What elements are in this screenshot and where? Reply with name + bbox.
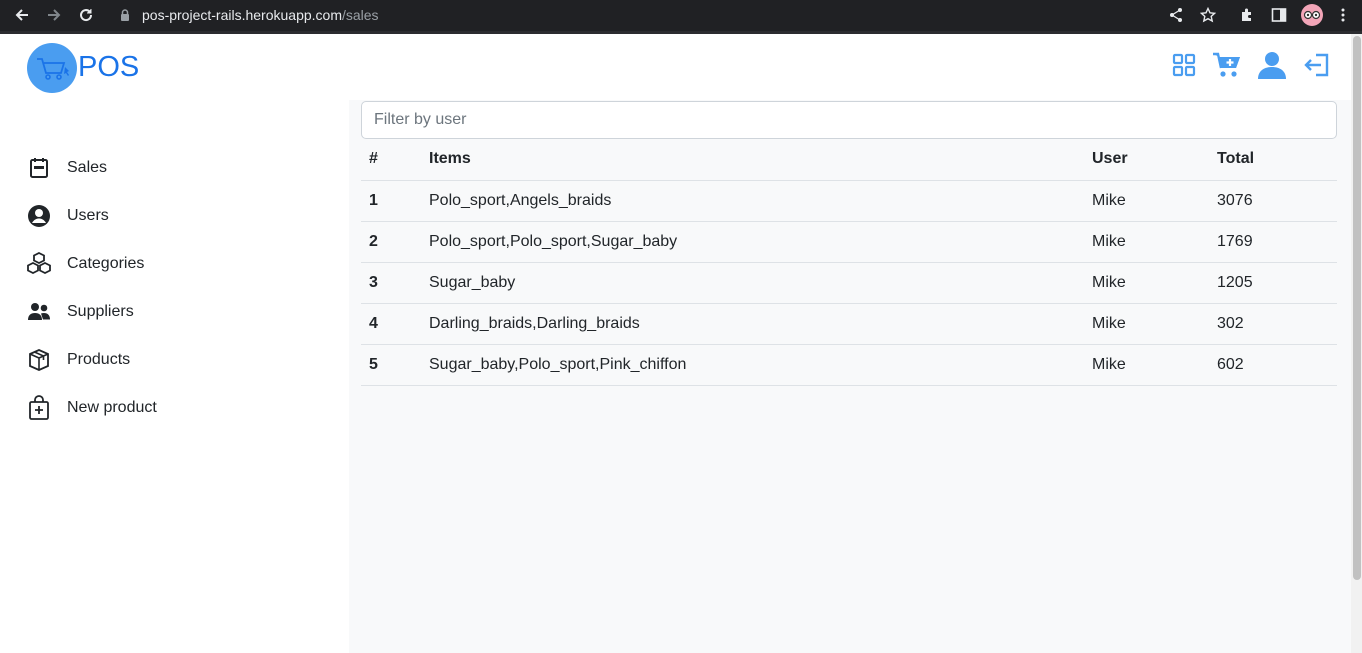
row-total: 1769 bbox=[1209, 221, 1337, 263]
people-icon bbox=[26, 299, 52, 325]
column-header-user: User bbox=[1084, 139, 1209, 181]
sales-table: # Items User Total 1 Polo_sport,Angels_b… bbox=[361, 139, 1337, 386]
row-number: 1 bbox=[361, 180, 421, 222]
browser-toolbar: pos-project-rails.herokuapp.com/sales bbox=[0, 0, 1362, 31]
back-icon[interactable] bbox=[11, 5, 33, 25]
url-host: pos-project-rails.herokuapp.com bbox=[142, 7, 342, 23]
sidebar-item-users[interactable]: Users bbox=[26, 202, 109, 230]
table-row: 3 Sugar_baby Mike 1205 bbox=[361, 262, 1337, 304]
sidebar-item-label: Categories bbox=[67, 255, 145, 272]
row-user: Mike bbox=[1084, 303, 1209, 345]
logo-text[interactable]: POS bbox=[78, 51, 139, 84]
sidebar-item-sales[interactable]: Sales bbox=[26, 154, 107, 182]
bag-plus-icon bbox=[26, 395, 52, 421]
row-items: Sugar_baby,Polo_sport,Pink_chiffon bbox=[421, 344, 1084, 386]
page: POS Sales Users Categories Suppliers Pro… bbox=[0, 34, 1351, 653]
row-items: Polo_sport,Angels_braids bbox=[421, 180, 1084, 222]
grid-icon[interactable] bbox=[1171, 50, 1197, 80]
row-total: 602 bbox=[1209, 344, 1337, 386]
table-row: 2 Polo_sport,Polo_sport,Sugar_baby Mike … bbox=[361, 221, 1337, 263]
sidebar-item-label: Users bbox=[67, 207, 109, 224]
extensions-icon[interactable] bbox=[1238, 6, 1256, 24]
share-icon[interactable] bbox=[1167, 6, 1185, 24]
side-panel-icon[interactable] bbox=[1270, 6, 1288, 24]
menu-icon[interactable] bbox=[1334, 6, 1352, 24]
row-total: 302 bbox=[1209, 303, 1337, 345]
row-number: 2 bbox=[361, 221, 421, 263]
table-row: 4 Darling_braids,Darling_braids Mike 302 bbox=[361, 303, 1337, 345]
row-user: Mike bbox=[1084, 344, 1209, 386]
table-header-row: # Items User Total bbox=[361, 139, 1337, 181]
star-icon[interactable] bbox=[1199, 6, 1217, 24]
row-user: Mike bbox=[1084, 180, 1209, 222]
row-items: Sugar_baby bbox=[421, 262, 1084, 304]
sidebar-item-label: Products bbox=[67, 351, 131, 368]
row-items: Polo_sport,Polo_sport,Sugar_baby bbox=[421, 221, 1084, 263]
row-total: 3076 bbox=[1209, 180, 1337, 222]
row-number: 3 bbox=[361, 262, 421, 304]
row-number: 5 bbox=[361, 344, 421, 386]
cart-plus-icon[interactable] bbox=[1212, 50, 1242, 80]
row-total: 1205 bbox=[1209, 262, 1337, 304]
box-icon bbox=[26, 347, 52, 373]
row-user: Mike bbox=[1084, 262, 1209, 304]
boxes-icon bbox=[26, 251, 52, 277]
scrollbar-thumb[interactable] bbox=[1353, 36, 1361, 580]
column-header-items: Items bbox=[421, 139, 1084, 181]
sidebar-item-label: Sales bbox=[67, 159, 108, 176]
column-header-number: # bbox=[361, 139, 421, 181]
calendar-icon bbox=[26, 155, 52, 181]
url-path: /sales bbox=[341, 7, 379, 23]
row-number: 4 bbox=[361, 303, 421, 345]
sidebar-item-categories[interactable]: Categories bbox=[26, 250, 144, 278]
sidebar-item-products[interactable]: Products bbox=[26, 346, 130, 374]
sales-panel: # Items User Total 1 Polo_sport,Angels_b… bbox=[349, 100, 1351, 653]
sidebar-item-label: Suppliers bbox=[67, 303, 134, 320]
forward-icon[interactable] bbox=[43, 5, 65, 25]
reload-icon[interactable] bbox=[75, 5, 97, 25]
sidebar-item-suppliers[interactable]: Suppliers bbox=[26, 298, 134, 326]
column-header-total: Total bbox=[1209, 139, 1337, 181]
row-user: Mike bbox=[1084, 221, 1209, 263]
filter-by-user-input[interactable] bbox=[361, 101, 1337, 139]
logout-icon[interactable] bbox=[1303, 50, 1331, 80]
sidebar-item-label: New product bbox=[67, 399, 157, 416]
profile-avatar[interactable] bbox=[1301, 4, 1323, 26]
table-row: 1 Polo_sport,Angels_braids Mike 3076 bbox=[361, 180, 1337, 222]
lock-icon bbox=[118, 8, 132, 22]
user-icon[interactable] bbox=[1257, 50, 1287, 80]
row-items: Darling_braids,Darling_braids bbox=[421, 303, 1084, 345]
logo-cart-icon[interactable] bbox=[27, 43, 77, 93]
address-bar[interactable]: pos-project-rails.herokuapp.com/sales bbox=[142, 7, 379, 23]
sidebar-item-new-product[interactable]: New product bbox=[26, 394, 157, 422]
table-row: 5 Sugar_baby,Polo_sport,Pink_chiffon Mik… bbox=[361, 344, 1337, 386]
user-circle-icon bbox=[26, 203, 52, 229]
